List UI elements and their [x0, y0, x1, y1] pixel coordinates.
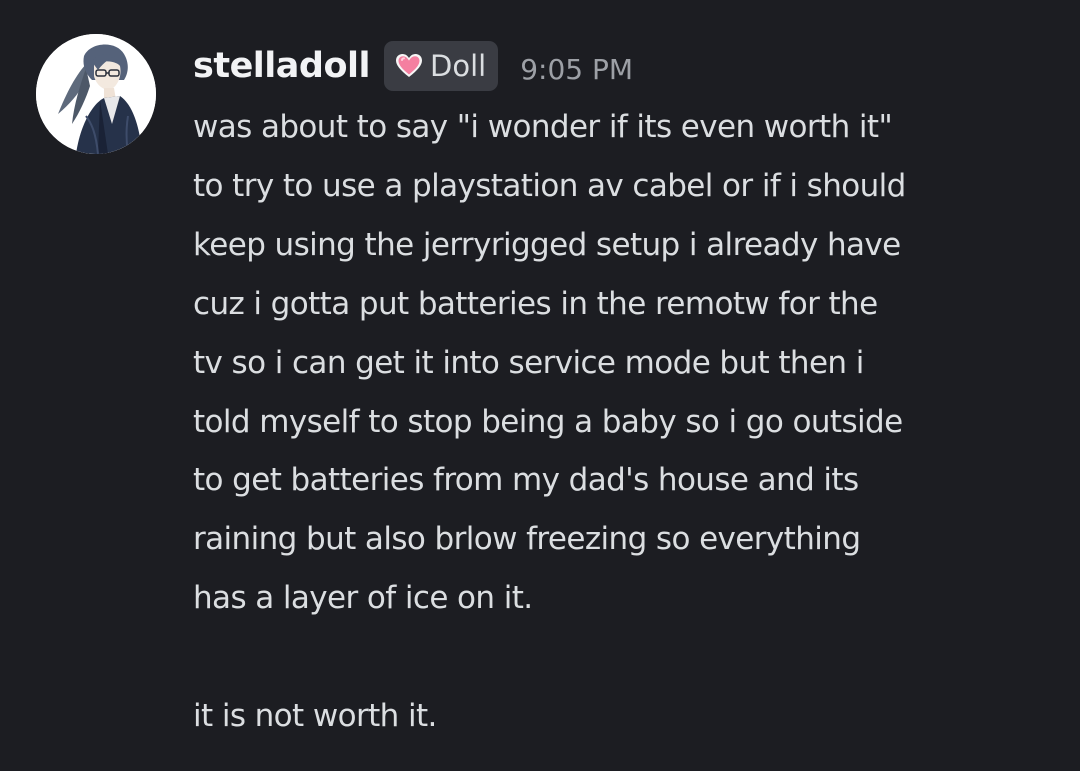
- message-line: was about to say "i wonder if its even w…: [193, 109, 893, 145]
- heart-icon: [394, 51, 424, 81]
- message-line: it is not worth it.: [193, 698, 437, 735]
- message-line: to get batteries from my dad's house and…: [193, 462, 859, 499]
- username[interactable]: stelladoll: [193, 46, 371, 86]
- message-line: cuz i gotta put batteries in the remotw …: [193, 285, 878, 322]
- avatar[interactable]: [36, 34, 156, 154]
- chat-message: stelladoll Doll 9:05 PM was about to say…: [0, 0, 1080, 771]
- message-line: to try to use a playstation av cabel or …: [193, 167, 906, 204]
- message-line: keep using the jerryrigged setup i alrea…: [193, 226, 901, 263]
- message-content: was about to say "i wonder if its even w…: [193, 98, 1063, 746]
- message-line: has a layer of ice on it.: [193, 580, 533, 617]
- server-tag-badge[interactable]: Doll: [384, 41, 499, 91]
- server-tag-label: Doll: [430, 49, 487, 83]
- message-header: stelladoll Doll 9:05 PM: [193, 36, 633, 96]
- avatar-image: [36, 34, 156, 154]
- message-line: told myself to stop being a baby so i go…: [193, 403, 903, 440]
- message-line: tv so i can get it into service mode but…: [193, 344, 864, 381]
- message-timestamp[interactable]: 9:05 PM: [520, 53, 633, 86]
- message-line: raining but also brlow freezing so every…: [193, 521, 861, 558]
